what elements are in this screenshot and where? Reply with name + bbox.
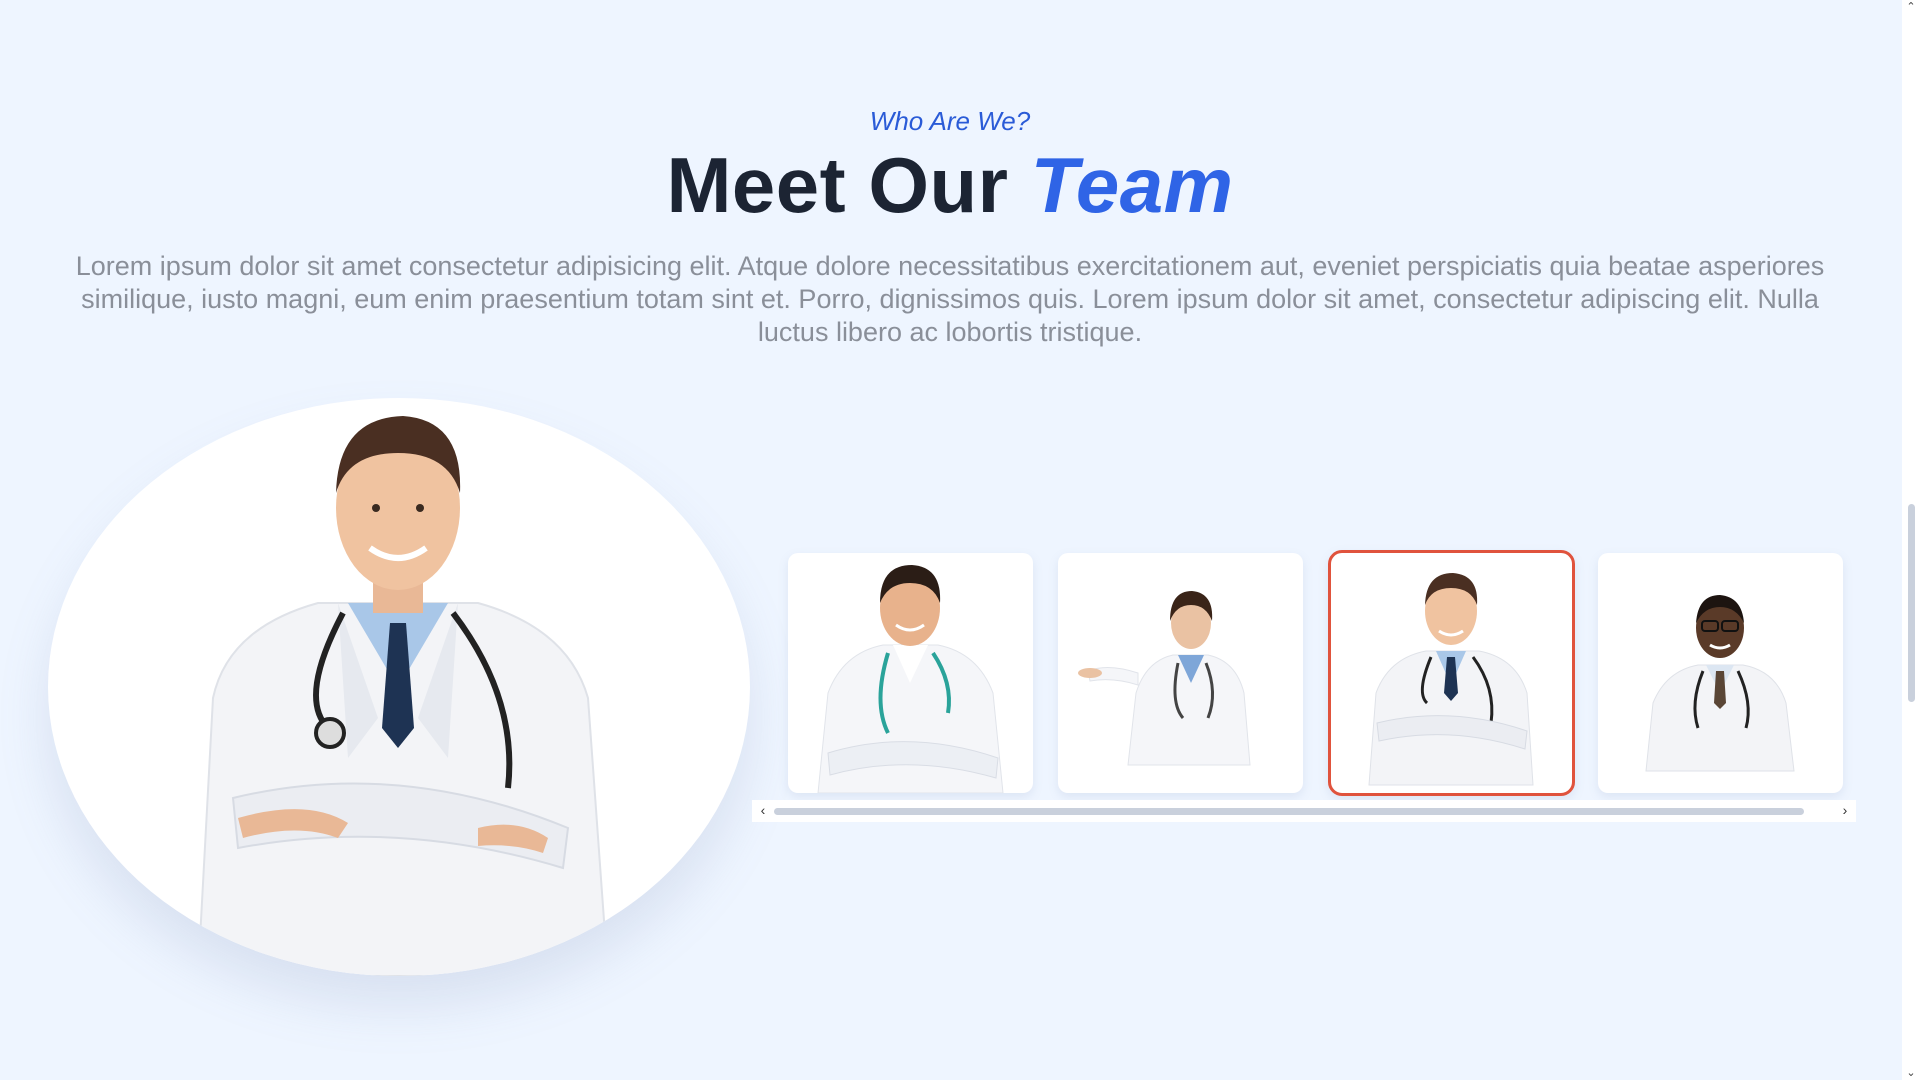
section-intro: Lorem ipsum dolor sit amet consectetur a… — [75, 251, 1825, 347]
section-eyebrow: Who Are We? — [869, 106, 1031, 136]
scroll-left-arrow-icon[interactable]: ‹ — [756, 802, 770, 818]
doctor-illustration-featured — [196, 416, 610, 976]
team-section: Who Are We? Meet Our Team Lorem ipsum do… — [0, 0, 1920, 1080]
team-carousel[interactable]: ‹ › — [752, 550, 1856, 822]
team-card-selected[interactable] — [1328, 550, 1575, 796]
carousel-scrollbar[interactable]: ‹ › — [752, 800, 1856, 822]
section-title: Meet Our Team — [0, 140, 1900, 231]
scroll-up-arrow-icon[interactable]: ⌃ — [1904, 0, 1918, 14]
page-scrollbar[interactable]: ⌃ ⌄ — [1902, 0, 1920, 1080]
doctor-illustration — [1368, 573, 1534, 786]
carousel-scrollbar-thumb[interactable] — [774, 808, 1804, 815]
doctor-illustration — [1078, 591, 1251, 766]
page-scrollbar-thumb[interactable] — [1908, 504, 1915, 702]
scroll-down-arrow-icon[interactable]: ⌄ — [1904, 1066, 1918, 1080]
title-accent: Team — [1030, 141, 1234, 229]
doctor-illustration — [1645, 595, 1795, 772]
team-card[interactable] — [1058, 553, 1303, 793]
team-card[interactable] — [1598, 553, 1843, 793]
doctor-illustration — [817, 565, 1004, 793]
featured-member-photo — [48, 398, 750, 976]
scroll-right-arrow-icon[interactable]: › — [1838, 802, 1852, 818]
team-card[interactable] — [788, 553, 1033, 793]
title-main: Meet Our — [666, 141, 1031, 229]
